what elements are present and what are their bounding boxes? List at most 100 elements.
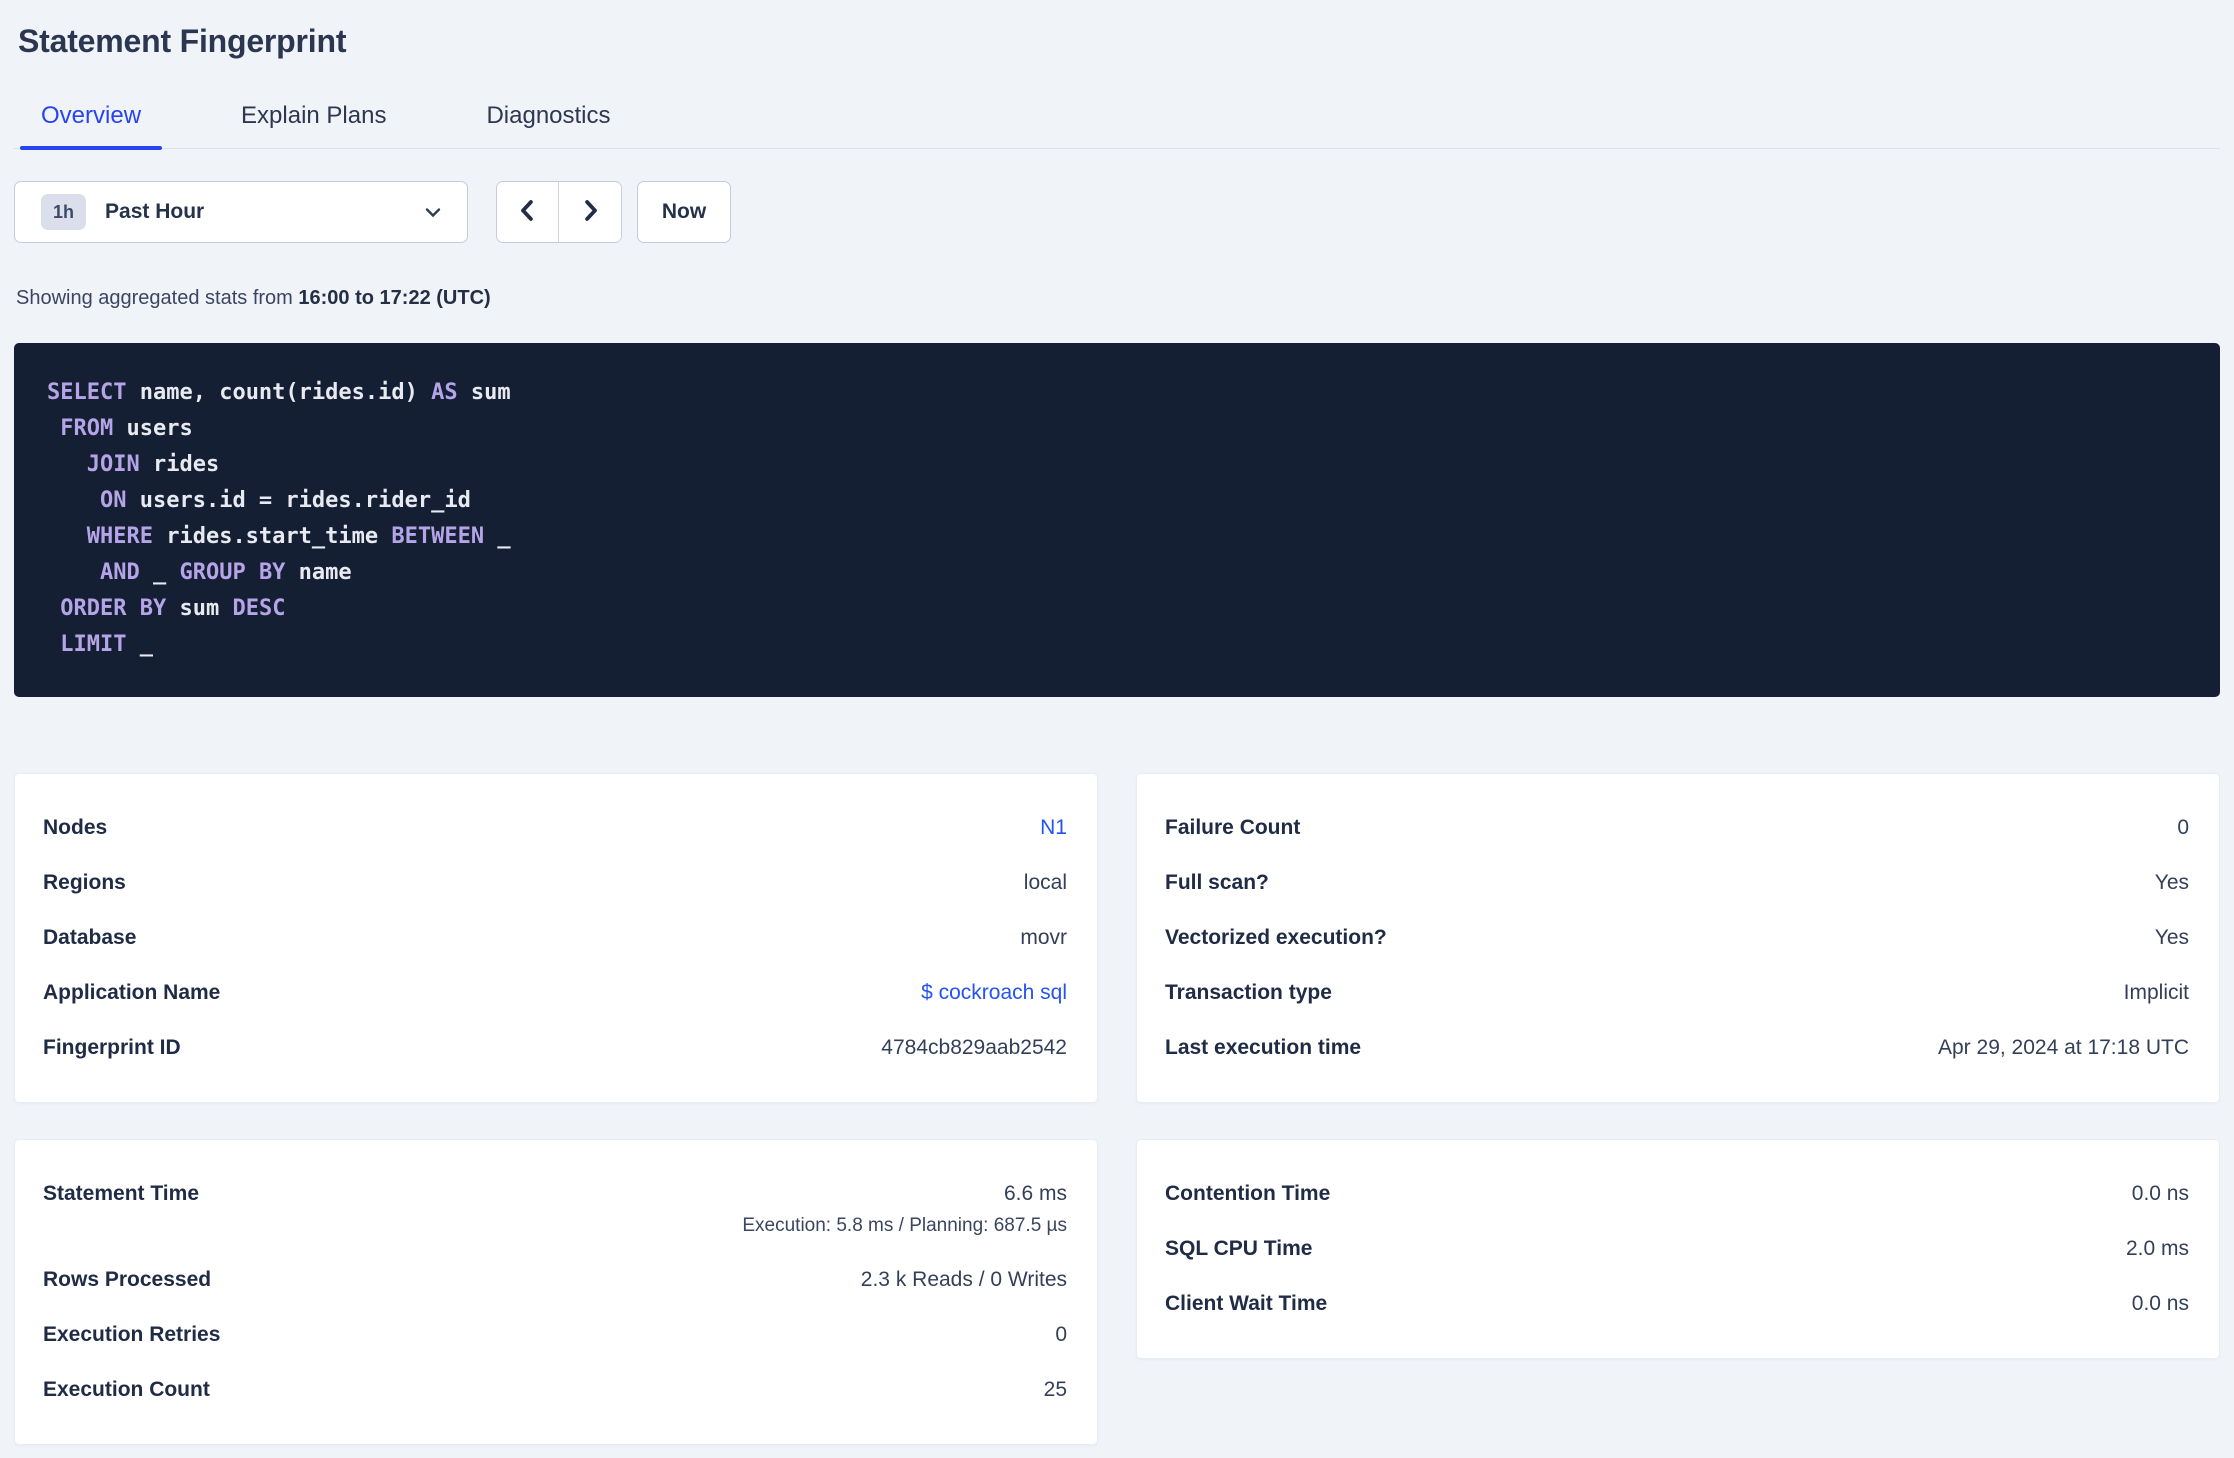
chevron-down-icon <box>421 200 445 224</box>
sql-text: users.id = rides.rider_id <box>126 488 471 513</box>
sql-line: ORDER BY sum DESC <box>47 591 2190 627</box>
overview-cards: Nodes N1 Regions local Database movr Applicati… <box>14 773 2220 1445</box>
sql-text: _ <box>126 632 153 657</box>
card-wait-times: Contention Time 0.0 ns SQL CPU Time 2.0 ms C… <box>1136 1139 2220 1359</box>
sql-statement: SELECT name, count(rides.id) AS sum FROM… <box>14 343 2220 697</box>
row-label: Nodes <box>43 816 108 839</box>
row-value: 0.0 ns <box>2131 1182 2189 1205</box>
sql-text: sum <box>457 380 511 405</box>
row-label: Rows Processed <box>43 1268 212 1291</box>
tab-overview[interactable]: Overview <box>20 96 163 150</box>
row-label: Application Name <box>43 981 221 1004</box>
row-value: Yes <box>2154 926 2189 949</box>
sql-text: _ <box>484 524 511 549</box>
row-value-link[interactable]: N1 <box>1040 814 1067 842</box>
sql-keyword: BETWEEN <box>391 524 485 549</box>
previous-time-window-button[interactable] <box>497 182 559 242</box>
time-interval-dropdown[interactable]: 1h Past Hour <box>14 181 468 243</box>
aggregation-note: Showing aggregated stats from 16:00 to 1… <box>14 287 2220 310</box>
row-value: Yes <box>2154 871 2189 894</box>
row-label: Contention Time <box>1165 1182 1331 1205</box>
sql-keyword: AS <box>431 380 458 405</box>
card-row: Statement Time 6.6 ms Execution: 5.8 ms / … <box>43 1180 1067 1239</box>
interval-badge: 1h <box>41 194 87 230</box>
sql-text: rides.start_time <box>152 524 392 549</box>
row-value: 2.3 k Reads / 0 Writes <box>860 1268 1067 1291</box>
row-value: 0.0 ns <box>2131 1292 2189 1315</box>
chevron-right-icon <box>577 197 604 227</box>
page-title: Statement Fingerprint <box>18 23 347 59</box>
row-value: Implicit <box>2123 981 2189 1004</box>
aggregation-note-range: 16:00 to 17:22 (UTC) <box>298 287 491 309</box>
row-label: Client Wait Time <box>1165 1292 1328 1315</box>
sql-keyword: JOIN <box>47 452 140 477</box>
row-label: Regions <box>43 871 126 894</box>
row-label: Failure Count <box>1165 816 1301 839</box>
sql-keyword: ON <box>47 488 127 513</box>
row-value: local <box>1023 871 1067 894</box>
sql-keyword: WHERE <box>47 524 153 549</box>
sql-keyword: LIMIT <box>47 632 127 657</box>
card-row: Vectorized execution? Yes <box>1165 924 2189 952</box>
time-controls: 1h Past Hour Now <box>14 181 2220 243</box>
aggregation-note-prefix: Showing aggregated stats from <box>16 287 299 309</box>
sql-text: sum <box>166 596 233 621</box>
next-time-window-button[interactable] <box>559 182 621 242</box>
now-button[interactable]: Now <box>637 181 731 243</box>
row-label: Last execution time <box>1165 1036 1362 1059</box>
row-label: Transaction type <box>1165 981 1332 1004</box>
row-label: Execution Retries <box>43 1323 221 1346</box>
card-row: Fingerprint ID 4784cb829aab2542 <box>43 1034 1067 1062</box>
card-row: Failure Count 0 <box>1165 814 2189 842</box>
row-label: Database <box>43 926 137 949</box>
row-value: Apr 29, 2024 at 17:18 UTC <box>1938 1036 2189 1059</box>
card-row: Full scan? Yes <box>1165 869 2189 897</box>
row-subvalue: Execution: 5.8 ms / Planning: 687.5 µs <box>742 1215 1067 1236</box>
sql-line: AND _ GROUP BY name <box>47 555 2190 591</box>
card-row: Contention Time 0.0 ns <box>1165 1180 2189 1208</box>
row-value: movr <box>1020 926 1067 949</box>
tab-explain-plans[interactable]: Explain Plans <box>220 96 407 148</box>
sql-line: ON users.id = rides.rider_id <box>47 483 2190 519</box>
card-row: Transaction type Implicit <box>1165 979 2189 1007</box>
row-value: 2.0 ms <box>2125 1237 2189 1260</box>
statement-fingerprint-page: Statement Fingerprint Overview Explain P… <box>0 0 2234 1445</box>
row-label: Fingerprint ID <box>43 1036 181 1059</box>
tab-bar: Overview Explain Plans Diagnostics <box>14 96 2220 150</box>
card-row: Client Wait Time 0.0 ns <box>1165 1290 2189 1318</box>
card-row: Nodes N1 <box>43 814 1067 842</box>
row-value: 0 <box>2177 816 2189 839</box>
row-label: Statement Time <box>43 1182 199 1205</box>
row-label: SQL CPU Time <box>1165 1237 1313 1260</box>
sql-keyword: GROUP BY <box>179 560 286 585</box>
sql-text: rides <box>139 452 220 477</box>
chevron-left-icon <box>514 197 541 227</box>
sql-keyword: DESC <box>232 596 286 621</box>
sql-line: WHERE rides.start_time BETWEEN _ <box>47 519 2190 555</box>
row-value: 4784cb829aab2542 <box>881 1036 1067 1059</box>
row-value: 0 <box>1055 1323 1067 1346</box>
sql-text: _ <box>139 560 180 585</box>
card-row: Rows Processed 2.3 k Reads / 0 Writes <box>43 1266 1067 1294</box>
sql-keyword: SELECT <box>47 380 127 405</box>
row-value: 25 <box>1043 1378 1067 1401</box>
card-row: Application Name $ cockroach sql <box>43 979 1067 1007</box>
card-row: Execution Count 25 <box>43 1376 1067 1404</box>
interval-label: Past Hour <box>105 200 205 223</box>
sql-keyword: FROM <box>47 416 114 441</box>
row-value: 6.6 ms <box>1003 1182 1067 1205</box>
card-row: Last execution time Apr 29, 2024 at 17:18… <box>1165 1034 2189 1062</box>
card-statement-details: Nodes N1 Regions local Database movr Applicati… <box>14 773 1098 1103</box>
row-label: Execution Count <box>43 1378 210 1401</box>
sql-line: SELECT name, count(rides.id) AS sum <box>47 375 2190 411</box>
row-label: Full scan? <box>1165 871 1269 894</box>
sql-text: name <box>285 560 352 585</box>
tab-diagnostics[interactable]: Diagnostics <box>465 96 631 148</box>
row-value-link[interactable]: $ cockroach sql <box>921 979 1067 1007</box>
sql-line: LIMIT _ <box>47 627 2190 663</box>
card-row: Regions local <box>43 869 1067 897</box>
sql-line: JOIN rides <box>47 447 2190 483</box>
card-row: Database movr <box>43 924 1067 952</box>
sql-text: users <box>113 416 193 441</box>
card-row: SQL CPU Time 2.0 ms <box>1165 1235 2189 1263</box>
